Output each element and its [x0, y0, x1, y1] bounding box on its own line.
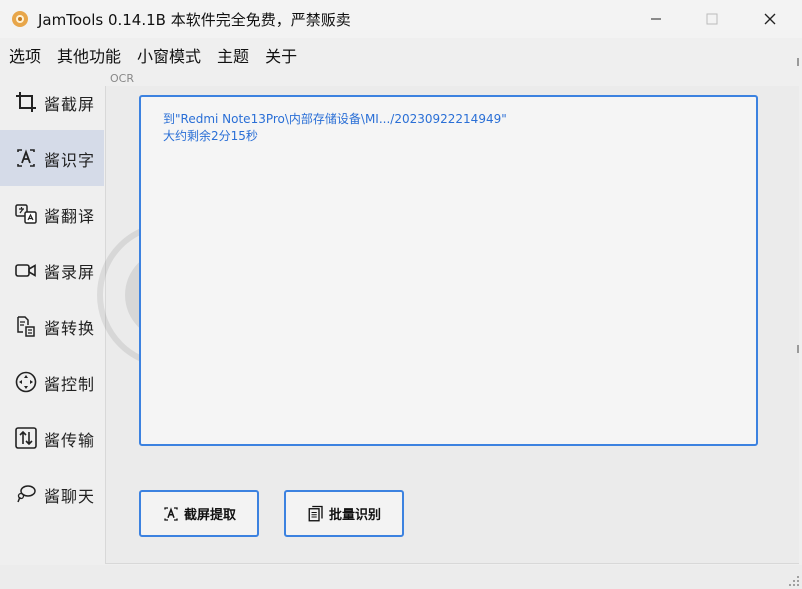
menu-other-functions[interactable]: 其他功能	[57, 43, 121, 67]
sidebar-item-label: 酱传输	[44, 431, 96, 450]
sidebar-item-translate[interactable]: 酱翻译	[0, 186, 104, 242]
button-label: 截屏提取	[183, 508, 236, 523]
text-recognition-icon	[17, 149, 35, 167]
minimize-icon	[651, 18, 661, 20]
sidebar-item-label: 酱截屏	[44, 95, 96, 114]
documents-icon	[308, 505, 323, 521]
chat-icon	[17, 485, 36, 503]
text-recognition-icon	[164, 506, 178, 521]
sidebar-item-label: 酱控制	[44, 375, 96, 394]
sidebar-item-label: 酱转换	[44, 319, 96, 338]
transfer-icon	[15, 427, 37, 449]
app-logo-icon	[12, 11, 28, 27]
sidebar-item-label: 酱翻译	[44, 207, 96, 226]
ocr-output-line: 大约剩余2分15秒	[163, 129, 258, 143]
maximize-icon	[706, 13, 718, 25]
sidebar-item-convert[interactable]: 酱转换	[0, 298, 104, 354]
sidebar-item-ocr[interactable]: 酱识字	[0, 130, 104, 186]
sidebar-item-screen-record[interactable]: 酱录屏	[0, 242, 104, 298]
sidebar-item-screenshot[interactable]: 酱截屏	[0, 74, 104, 130]
app-window: JamTools 0.14.1B 本软件完全免费，严禁贩卖 选项 其他功能 小窗…	[0, 0, 802, 589]
close-button[interactable]	[742, 0, 798, 38]
capture-extract-button[interactable]: 截屏提取	[139, 490, 259, 537]
scroll-marker	[797, 58, 799, 66]
close-icon	[764, 13, 776, 25]
ocr-output-line: 到"Redmi Note13Pro\内部存储设备\MI.../202309222…	[163, 112, 507, 126]
ocr-output-textarea[interactable]: 到"Redmi Note13Pro\内部存储设备\MI.../202309222…	[139, 95, 758, 446]
menu-mini-window-mode[interactable]: 小窗模式	[137, 43, 201, 67]
resize-grip-icon[interactable]	[786, 573, 800, 587]
sidebar-item-label: 酱录屏	[44, 263, 96, 282]
video-camera-icon	[15, 264, 36, 277]
section-tag: OCR	[110, 72, 134, 85]
sidebar-item-chat[interactable]: 酱聊天	[0, 466, 104, 522]
scroll-marker	[797, 345, 799, 353]
control-icon	[15, 371, 37, 393]
sidebar-item-control[interactable]: 酱控制	[0, 354, 104, 410]
sidebar-item-label: 酱聊天	[44, 487, 96, 506]
title-bar[interactable]: JamTools 0.14.1B 本软件完全免费，严禁贩卖	[0, 0, 802, 38]
minimize-button[interactable]	[628, 0, 684, 38]
menu-about[interactable]: 关于	[265, 43, 297, 67]
crop-icon	[16, 92, 36, 112]
menu-options[interactable]: 选项	[9, 43, 41, 67]
menu-theme[interactable]: 主题	[217, 43, 249, 67]
translate-icon	[15, 204, 37, 224]
status-bar	[0, 565, 802, 589]
button-label: 批量识别	[328, 508, 381, 523]
sidebar-item-transfer[interactable]: 酱传输	[0, 410, 104, 466]
sidebar-item-label: 酱识字	[44, 151, 96, 170]
window-title: JamTools 0.14.1B 本软件完全免费，严禁贩卖	[38, 11, 351, 29]
convert-file-icon	[17, 316, 35, 337]
batch-recognize-button[interactable]: 批量识别	[284, 490, 404, 537]
maximize-button[interactable]	[684, 0, 740, 38]
menu-bar: 选项 其他功能 小窗模式 主题 关于	[0, 40, 304, 70]
